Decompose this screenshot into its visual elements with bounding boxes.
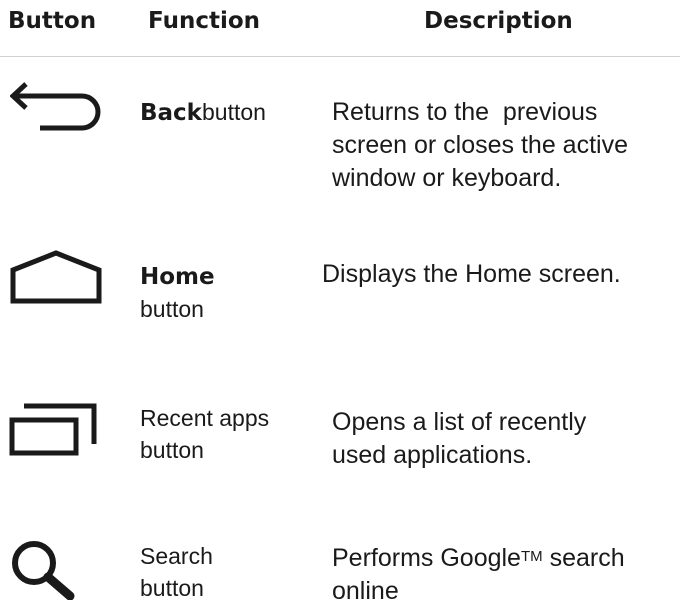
description-home-line-1: Displays the Home screen. <box>322 260 621 288</box>
search-magnifier-icon <box>8 538 78 605</box>
description-back-line-1: Returns to the previous <box>332 98 598 126</box>
description-recent-apps-line-1: Opens a list of recently <box>332 408 587 436</box>
header-divider <box>0 56 680 57</box>
description-recent-apps: Opens a list of recently used applicatio… <box>332 406 586 472</box>
trademark-superscript: TM <box>520 548 543 565</box>
function-search-line-2: button <box>140 575 204 601</box>
function-search: Search button <box>140 540 213 604</box>
function-recent-apps-line-2: button <box>140 437 204 463</box>
column-header-description: Description <box>424 8 573 34</box>
description-search: Performs GoogleTM search online <box>332 542 625 608</box>
description-search-rest: search <box>542 544 625 572</box>
column-header-function: Function <box>148 8 261 34</box>
function-home: Home button <box>140 260 215 325</box>
function-home-rest: button <box>140 296 204 322</box>
function-back-bold: Back <box>140 100 202 126</box>
back-arrow-icon <box>9 82 102 137</box>
column-header-button: Button <box>8 8 97 34</box>
function-recent-apps-line-1: Recent apps <box>140 405 270 431</box>
description-recent-apps-line-2: used applications. <box>332 441 533 469</box>
description-home: Displays the Home screen. <box>322 258 621 291</box>
function-home-bold: Home <box>140 264 215 290</box>
home-house-icon <box>10 250 102 309</box>
recent-apps-icon <box>8 398 100 461</box>
function-back-rest: button <box>201 99 266 125</box>
description-back: Returns to the previous screen or closes… <box>332 96 628 195</box>
function-recent-apps: Recent apps button <box>140 402 269 466</box>
description-search-line-1: Performs GoogleTM search <box>332 542 625 575</box>
function-search-line-1: Search <box>140 543 213 569</box>
description-back-line-2: screen or closes the active <box>332 131 628 159</box>
description-search-google: Performs Google <box>332 544 521 572</box>
description-back-line-3: window or keyboard. <box>332 164 562 192</box>
function-back: Backbutton <box>140 96 266 129</box>
description-search-line-2: online <box>332 577 399 605</box>
